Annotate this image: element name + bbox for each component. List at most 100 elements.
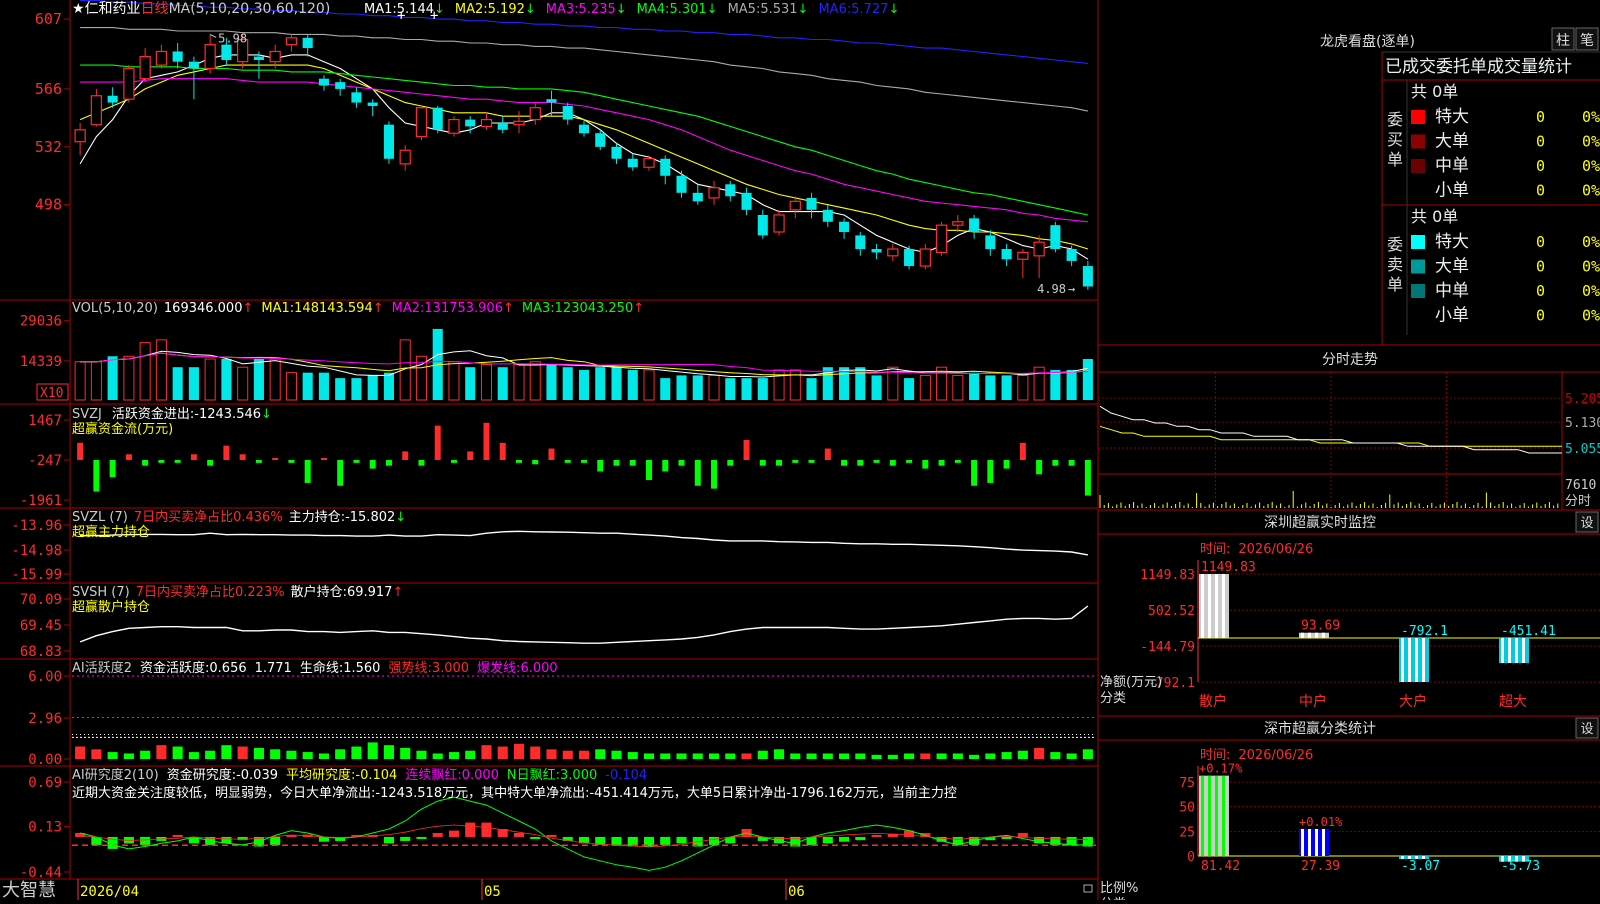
research-bar[interactable] xyxy=(383,836,394,844)
activity-bar[interactable] xyxy=(270,749,281,759)
inflow-bar[interactable] xyxy=(402,451,409,460)
volume-bar-down[interactable] xyxy=(611,367,622,400)
inflow-bar[interactable] xyxy=(1019,442,1026,460)
outflow-bar[interactable] xyxy=(678,460,685,466)
volume-bar-up[interactable] xyxy=(952,374,964,401)
activity-bar[interactable] xyxy=(75,746,86,759)
activity-bar[interactable] xyxy=(1017,750,1028,759)
outflow-bar[interactable] xyxy=(93,460,100,492)
volume-bar-up[interactable] xyxy=(74,361,86,401)
outflow-bar[interactable] xyxy=(1052,460,1059,466)
outflow-bar[interactable] xyxy=(727,460,734,466)
candle-down[interactable] xyxy=(627,158,638,168)
outflow-bar[interactable] xyxy=(109,460,116,478)
outflow-bar[interactable] xyxy=(694,460,701,486)
volume-bar-down[interactable] xyxy=(904,378,915,400)
volume-bar-down[interactable] xyxy=(1001,375,1012,400)
volume-bar-up[interactable] xyxy=(204,358,216,401)
candle-down[interactable] xyxy=(546,99,557,103)
research-bar[interactable] xyxy=(91,836,102,845)
candle-down[interactable] xyxy=(367,102,378,106)
outflow-bar[interactable] xyxy=(759,460,766,466)
candle-up[interactable] xyxy=(708,187,720,199)
volume-bar-down[interactable] xyxy=(806,378,817,400)
activity-bar[interactable] xyxy=(400,747,411,759)
outflow-bar[interactable] xyxy=(369,460,376,469)
category-bar-0[interactable] xyxy=(1199,775,1229,856)
candle-down[interactable] xyxy=(676,175,687,193)
outflow-bar[interactable] xyxy=(646,460,653,481)
research-bar[interactable] xyxy=(465,822,476,837)
volume-bar-down[interactable] xyxy=(871,375,882,400)
outflow-bar[interactable] xyxy=(776,460,783,466)
research-bar[interactable] xyxy=(530,836,541,839)
settings-label[interactable]: 设 xyxy=(1580,516,1593,531)
activity-bar[interactable] xyxy=(432,753,443,759)
outflow-bar[interactable] xyxy=(174,460,181,463)
outflow-bar[interactable] xyxy=(255,460,262,463)
activity-bar[interactable] xyxy=(1082,749,1093,759)
candle-down[interactable] xyxy=(692,192,703,202)
activity-bar[interactable] xyxy=(774,749,785,759)
volume-bar-up[interactable] xyxy=(155,339,167,401)
candle-down[interactable] xyxy=(465,119,476,127)
candle-up[interactable] xyxy=(935,224,948,254)
candle-down[interactable] xyxy=(611,146,622,159)
activity-bar[interactable] xyxy=(351,746,362,759)
research-bar[interactable] xyxy=(871,834,882,837)
activity-bar[interactable] xyxy=(985,753,996,759)
activity-bar[interactable] xyxy=(465,750,476,759)
candle-up[interactable] xyxy=(74,129,86,143)
outflow-bar[interactable] xyxy=(889,460,896,466)
inflow-bar[interactable] xyxy=(272,458,279,460)
bar-mode-button[interactable]: 柱 xyxy=(1556,33,1570,49)
candle-down[interactable] xyxy=(562,105,573,120)
activity-bar[interactable] xyxy=(969,754,980,759)
candle-down[interactable] xyxy=(725,184,736,197)
volume-bar-down[interactable] xyxy=(221,359,232,400)
candle-down[interactable] xyxy=(969,218,980,232)
outflow-bar[interactable] xyxy=(304,460,311,483)
inflow-bar[interactable] xyxy=(499,442,506,460)
candle-up[interactable] xyxy=(155,50,168,66)
research-bar[interactable] xyxy=(448,830,460,837)
candle-down[interactable] xyxy=(107,95,118,103)
volume-bar-down[interactable] xyxy=(367,375,378,400)
activity-bar[interactable] xyxy=(627,752,638,759)
candle-up[interactable] xyxy=(285,37,298,46)
research-bar[interactable] xyxy=(546,834,557,837)
activity-bar[interactable] xyxy=(221,745,232,759)
inflow-bar[interactable] xyxy=(223,445,230,460)
research-bar[interactable] xyxy=(660,836,671,845)
outflow-bar[interactable] xyxy=(1003,460,1010,469)
volume-bar-down[interactable] xyxy=(969,372,980,400)
main-chart-canvas[interactable]: 6075665324985.984.98 →+ +★仁和药业日线MA(5,10,20… xyxy=(0,0,1600,904)
activity-bar[interactable] xyxy=(871,754,882,759)
activity-bar[interactable] xyxy=(205,750,216,759)
volume-bar-up[interactable] xyxy=(708,374,720,401)
candle-down[interactable] xyxy=(432,107,443,130)
candle-up[interactable] xyxy=(773,214,785,233)
outflow-bar[interactable] xyxy=(906,460,913,463)
research-bar[interactable] xyxy=(1066,836,1077,845)
inflow-bar[interactable] xyxy=(190,454,197,460)
activity-bar[interactable] xyxy=(1034,747,1045,759)
volume-bar-down[interactable] xyxy=(741,378,752,400)
candle-down[interactable] xyxy=(871,249,882,253)
inflow-bar[interactable] xyxy=(743,439,750,460)
volume-bar-up[interactable] xyxy=(269,358,281,401)
research-bar[interactable] xyxy=(839,836,850,842)
volume-bar-down[interactable] xyxy=(725,378,736,400)
activity-bar[interactable] xyxy=(367,742,378,759)
activity-bar[interactable] xyxy=(839,753,850,759)
outflow-bar[interactable] xyxy=(418,460,425,466)
research-bar[interactable] xyxy=(725,836,736,844)
volume-bar-down[interactable] xyxy=(351,378,362,400)
settings-label[interactable]: 设 xyxy=(1580,722,1593,737)
volume-bar-down[interactable] xyxy=(465,367,476,400)
volume-bar-down[interactable] xyxy=(578,369,590,400)
inflow-bar[interactable] xyxy=(548,448,555,460)
volume-bar-down[interactable] xyxy=(172,367,183,400)
activity-bar[interactable] xyxy=(952,753,963,759)
activity-bar[interactable] xyxy=(578,750,590,759)
